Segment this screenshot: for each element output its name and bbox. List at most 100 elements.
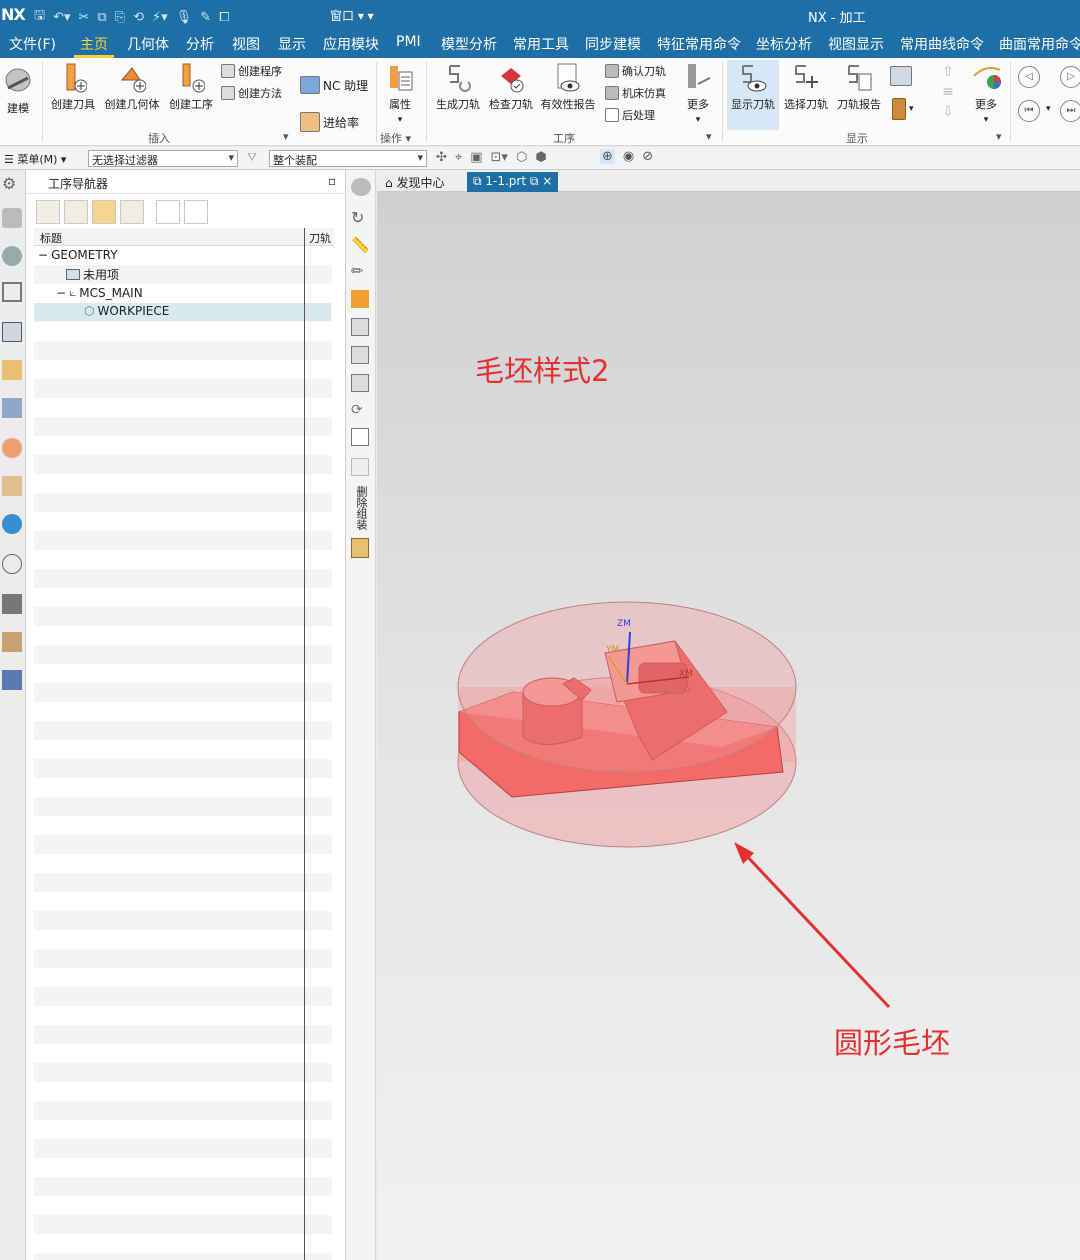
more2-button[interactable]: 更多 ▾ xyxy=(968,62,1004,125)
command-finder-icon[interactable]: ⚡▾ xyxy=(152,10,168,25)
mcs-display-icon[interactable]: ⊕ xyxy=(600,149,615,164)
operation-navigator-icon[interactable] xyxy=(2,282,22,302)
transform-icon[interactable] xyxy=(351,290,369,308)
web-browser-icon[interactable] xyxy=(2,514,22,534)
menu-pmi[interactable]: PMI xyxy=(396,34,421,50)
object-icon[interactable] xyxy=(351,346,369,364)
part-navigator-icon[interactable] xyxy=(2,208,22,228)
prev-icon[interactable]: ◁ xyxy=(1018,66,1040,88)
confirm-toolpath-button[interactable]: 确认刀轨 xyxy=(605,63,666,79)
process-icon[interactable] xyxy=(2,632,22,652)
menu-model-analysis[interactable]: 模型分析 xyxy=(441,34,497,54)
program-view-icon[interactable] xyxy=(36,200,60,224)
first-icon[interactable]: ⏮ xyxy=(1018,100,1040,122)
menu-coordinate-analysis[interactable]: 坐标分析 xyxy=(756,34,812,54)
feed-rate-button[interactable]: 进给率 xyxy=(300,112,359,132)
create-tool-button[interactable]: 创建刀具 xyxy=(50,62,96,112)
menu-view-display[interactable]: 视图显示 xyxy=(828,34,884,54)
geometry-view-icon[interactable] xyxy=(92,200,116,224)
history-icon[interactable] xyxy=(2,554,22,574)
show-toolpath-button[interactable]: 显示刀轨 xyxy=(728,62,778,112)
menu-surface-commands[interactable]: 曲面常用命令 xyxy=(999,34,1080,54)
cut-icon[interactable]: ✂ xyxy=(79,10,90,25)
menu-geometry[interactable]: 几何体 xyxy=(127,34,169,54)
create-method-button[interactable]: 创建方法 xyxy=(221,85,282,101)
select-toolpath-button[interactable]: 选择刀轨 xyxy=(782,62,830,112)
menu-sync-modeling[interactable]: 同步建模 xyxy=(585,34,641,54)
menu-curve-commands[interactable]: 常用曲线命令 xyxy=(900,34,984,54)
menu-file[interactable]: 文件(F) xyxy=(9,34,56,54)
tool-library-icon[interactable] xyxy=(2,360,22,380)
assembly-scope-dropdown[interactable]: 整个装配 xyxy=(269,150,427,167)
generate-toolpath-button[interactable]: 生成刀轨 xyxy=(434,62,482,112)
paste-icon[interactable]: ⎘ xyxy=(115,10,125,25)
tree-node-geometry[interactable]: − GEOMETRY xyxy=(38,248,118,262)
delete-assembly-label[interactable]: 删除组装 xyxy=(353,486,368,530)
machine-sim-button[interactable]: 机床仿真 xyxy=(605,85,666,101)
tree-node-mcs[interactable]: − ⟀ MCS_MAIN xyxy=(56,285,143,300)
switch-window-icon[interactable]: ⧠ xyxy=(219,10,229,25)
edit-icon[interactable]: ✏ xyxy=(351,262,364,280)
sim-icon[interactable] xyxy=(2,670,22,690)
check-toolpath-button[interactable]: 检查刀轨 xyxy=(487,62,535,112)
nc-assistant-button[interactable]: NC 助理 xyxy=(300,76,368,94)
hide-icon[interactable]: ⊘ xyxy=(642,149,653,164)
close-tab-icon[interactable]: × xyxy=(542,174,552,188)
move-up-down-icons[interactable]: ⇧ ≡ ⇩ xyxy=(940,62,956,126)
report-icon[interactable] xyxy=(351,428,369,446)
maximize-icon[interactable]: ▫ xyxy=(328,174,336,188)
tool-display-icon[interactable]: ▾ xyxy=(892,98,914,120)
graphics-window[interactable]: 毛坯样式2 ZM YM XM 圆形毛坯 xyxy=(377,192,1080,1260)
menu-feature-commands[interactable]: 特征常用命令 xyxy=(657,34,741,54)
modeling-button[interactable]: 建模 xyxy=(4,66,32,116)
menu-common-tools[interactable]: 常用工具 xyxy=(513,34,569,54)
body-solid-icon[interactable]: ⬢ xyxy=(535,150,546,165)
toolpath-report-button[interactable]: 刀轨报告 xyxy=(835,62,883,112)
touch-mode-icon[interactable]: ✎ xyxy=(200,10,211,25)
postprocess-button[interactable]: 后处理 xyxy=(605,107,655,123)
tree-node-workpiece[interactable]: ⬡ WORKPIECE xyxy=(84,304,169,318)
undo-icon[interactable]: ↶▾ xyxy=(53,10,70,25)
eye-icon[interactable]: ◉ xyxy=(623,149,634,164)
filter-icon[interactable]: ⛛ xyxy=(247,150,257,165)
menu-home[interactable]: 主页 xyxy=(80,34,108,54)
toolpath-cycle-icon[interactable]: ⟳ xyxy=(351,402,363,418)
rotate-icon[interactable]: ↻ xyxy=(351,208,364,227)
snap-select-icon[interactable]: ⌖ xyxy=(455,150,462,165)
menu-button[interactable]: ☰ 菜单(M) ▾ xyxy=(4,151,66,167)
selection-filter-dropdown[interactable]: 无选择过滤器 xyxy=(88,150,238,167)
repeat-icon[interactable]: ⟲ xyxy=(133,10,144,25)
assemble-icon[interactable] xyxy=(351,374,369,392)
feature-navigator-icon[interactable] xyxy=(2,398,22,418)
create-geometry-button[interactable]: 创建几何体 xyxy=(103,62,161,112)
menu-analysis[interactable]: 分析 xyxy=(186,34,214,54)
body-icon[interactable]: ⬡ xyxy=(516,150,527,165)
expand-icon[interactable] xyxy=(156,200,180,224)
next-icon[interactable]: ▷ xyxy=(1060,66,1080,88)
tab-part-file[interactable]: ⧉ 1-1.prt ⧉ × xyxy=(467,172,559,192)
create-operation-button[interactable]: 创建工序 xyxy=(167,62,215,112)
create-program-button[interactable]: 创建程序 xyxy=(221,63,282,79)
menu-applications[interactable]: 应用模块 xyxy=(323,34,379,54)
machine-view-icon[interactable] xyxy=(64,200,88,224)
snap-face-icon[interactable]: ▣ xyxy=(470,150,482,165)
tools-icon[interactable] xyxy=(2,594,22,614)
menu-display[interactable]: 显示 xyxy=(278,34,306,54)
tree-node-unused[interactable]: 未用项 xyxy=(66,266,119,283)
menu-view[interactable]: 视图 xyxy=(232,34,260,54)
properties-button[interactable]: 属性 ▾ xyxy=(384,62,416,125)
layer-icon[interactable] xyxy=(351,318,369,336)
feed-icon[interactable] xyxy=(351,538,369,558)
last-icon[interactable]: ⏭ xyxy=(1060,100,1080,122)
view-orient-icon[interactable] xyxy=(351,178,371,196)
snap-curve-icon[interactable]: ⊡▾ xyxy=(491,150,508,165)
snap-point-icon[interactable]: ✣ xyxy=(436,150,447,165)
collapse-icon[interactable] xyxy=(184,200,208,224)
reuse-library-icon[interactable] xyxy=(2,476,22,496)
save-icon[interactable]: 🖫 xyxy=(34,6,45,28)
method-view-icon[interactable] xyxy=(120,200,144,224)
tab-discover-center[interactable]: ⌂ 发现中心 xyxy=(379,172,450,192)
more-button[interactable]: 更多 ▾ xyxy=(682,62,714,125)
settings-icon[interactable]: ⚙ xyxy=(2,174,22,194)
roles-icon[interactable] xyxy=(2,438,22,458)
